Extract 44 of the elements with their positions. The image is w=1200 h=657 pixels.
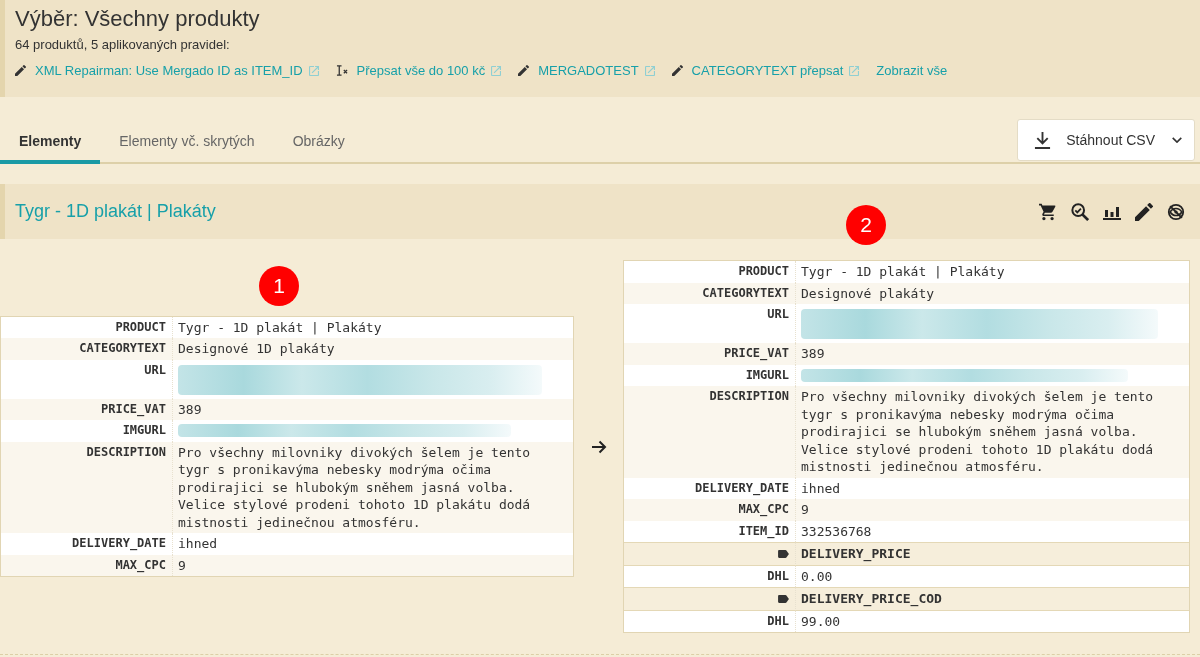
field-value: 389: [796, 343, 1189, 365]
product-title-link[interactable]: Tygr - 1D plakát | Plakáty: [15, 201, 216, 222]
rule-link[interactable]: MERGADOTEST: [538, 63, 639, 78]
field-label: CATEGORYTEXT: [624, 282, 796, 304]
field-value: Pro všechny milovniky divokých šelem je tento tygr s pronikavýma nebesky modrýma očima prodirajici se hlubokým sněhem jasná volba. Velice stylové prodeni tohoto 1D plakátu dodá mistnosti jedinečnou atmosféru.: [173, 441, 573, 534]
pencil-icon: [671, 65, 683, 76]
field-label: PRICE_VAT: [624, 343, 796, 365]
field-value: Pro všechny milovniky divokých šelem je tento tygr s pronikavýma nebesky modrýma očima prodirajici se hlubokým sněhem jasná volba. Velice stylové prodeni tohoto 1D plakátu dodá mistnosti jedinečnou atmosféru.: [796, 386, 1189, 478]
field-label: DESCRIPTION: [624, 386, 796, 478]
clear-format-icon: [335, 65, 348, 76]
eye-slash-icon[interactable]: [1167, 202, 1185, 221]
tab[interactable]: Elementy vč. skrytých: [100, 121, 274, 164]
cart-icon[interactable]: [1039, 202, 1057, 221]
tag-icon: [778, 549, 789, 558]
download-button[interactable]: Stáhnout CSV: [1017, 119, 1195, 161]
field-label: CATEGORYTEXT: [1, 338, 173, 360]
field-value: Designové plakáty: [796, 282, 1189, 304]
group-heading: DELIVERY_PRICE_COD: [796, 587, 1189, 611]
rule-link[interactable]: CATEGORYTEXT přepsat: [691, 63, 844, 78]
step-marker: 1: [259, 265, 299, 306]
field-label: MAX_CPC: [624, 499, 796, 521]
summary-text: 64 produktů, 5 aplikovaných pravidel:: [15, 37, 231, 53]
page-title: Výběr: Všechny produkty: [15, 6, 261, 32]
show-all-link[interactable]: Zobrazit vše: [876, 63, 948, 78]
download-icon: [1034, 131, 1052, 149]
field-value: 9: [173, 554, 573, 577]
arrow-right-icon: [590, 439, 607, 454]
group-heading: DELIVERY_PRICE: [796, 542, 1189, 566]
field-label: MAX_CPC: [1, 554, 173, 577]
pencil-icon[interactable]: [1135, 202, 1153, 221]
magnifier-check-icon[interactable]: [1071, 202, 1089, 221]
field-value: 9: [796, 499, 1189, 521]
tab[interactable]: Elementy: [0, 121, 101, 164]
field-label: DESCRIPTION: [1, 441, 173, 534]
chevron-down-icon: [1172, 137, 1182, 143]
pencil-icon: [15, 65, 26, 76]
tab[interactable]: Obrázky: [273, 121, 364, 164]
field-value: 389: [173, 398, 573, 421]
rule-link[interactable]: Přepsat vše do 100 kč: [356, 63, 486, 78]
pencil-icon: [518, 65, 530, 76]
field-label: PRICE_VAT: [1, 398, 173, 421]
tag-icon: [778, 594, 789, 603]
rule-link[interactable]: XML Repairman: Use Mergado ID as ITEM_ID: [35, 63, 303, 78]
field-value: Designové 1D plakáty: [173, 338, 573, 360]
